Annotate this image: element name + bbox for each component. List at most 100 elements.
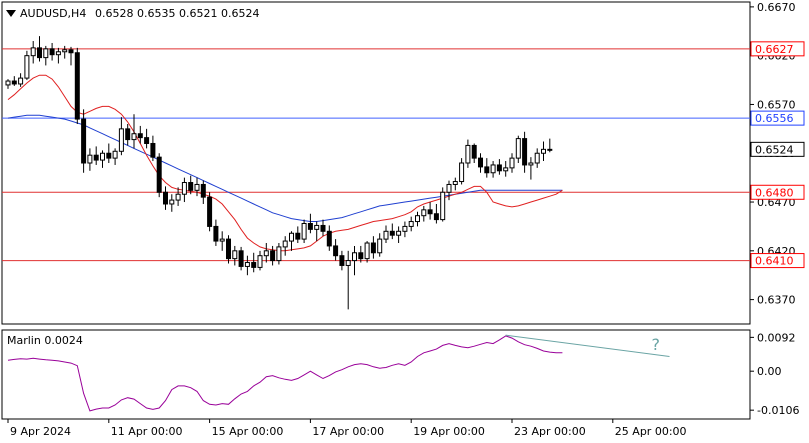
candle-body	[5, 80, 11, 86]
time-tick-label: 25 Apr 00:00	[615, 425, 687, 438]
indicator-label: Marlin 0.0024	[7, 334, 83, 347]
candle-body	[181, 182, 187, 195]
time-tick-label: 11 Apr 00:00	[111, 425, 183, 438]
time-tick-label: 15 Apr 00:00	[212, 425, 284, 438]
candle-body	[74, 52, 80, 120]
time-tick-label: 19 Apr 00:00	[413, 425, 485, 438]
candle-body	[465, 144, 471, 164]
candle-body	[226, 238, 231, 260]
candle-body	[333, 245, 339, 257]
candle-body	[11, 80, 17, 85]
candle-body	[440, 191, 446, 221]
candle-body	[345, 260, 351, 266]
candle-body	[289, 232, 294, 242]
candle-body	[137, 133, 143, 139]
price-chart: 0.66700.66200.65700.65200.64700.64200.63…	[0, 0, 809, 443]
candle-body	[207, 196, 213, 227]
candle-body	[528, 162, 534, 166]
candle-body	[408, 221, 414, 227]
candle-body	[301, 222, 307, 240]
candle-body	[213, 225, 219, 242]
candle-body	[515, 138, 521, 159]
candle-body	[43, 48, 49, 59]
candle-body	[112, 150, 118, 159]
candle-body	[106, 152, 112, 159]
candle-body	[522, 138, 528, 166]
candle-body	[68, 49, 74, 54]
candle-body	[452, 181, 458, 185]
candle-body	[232, 250, 238, 260]
level-label: 0.6556	[755, 112, 794, 125]
candle-body	[396, 230, 402, 236]
question-mark-annotation: ?	[652, 335, 661, 354]
candle-body	[459, 162, 465, 183]
candle-body	[541, 148, 546, 154]
candle-body	[200, 183, 206, 198]
candle-body	[427, 209, 433, 215]
candle-body	[118, 128, 124, 152]
candle-body	[339, 255, 345, 266]
candle-body	[37, 47, 42, 59]
candle-body	[295, 232, 301, 240]
candle-body	[377, 238, 383, 254]
candle-body	[81, 118, 87, 164]
candle-body	[62, 49, 68, 53]
candle-body	[320, 224, 326, 232]
candle-body	[188, 182, 194, 191]
candle-body	[534, 152, 540, 164]
candle-body	[402, 225, 408, 232]
candle-body	[100, 152, 105, 161]
candle-body	[175, 193, 181, 201]
time-tick-label: 17 Apr 00:00	[312, 425, 384, 438]
candle-body	[496, 164, 502, 172]
candle-body	[509, 157, 515, 169]
candle-body	[163, 191, 168, 205]
candle-body	[238, 250, 244, 267]
time-tick-label: 9 Apr 2024	[10, 425, 71, 438]
candle-body	[326, 230, 332, 247]
main-panel-frame	[1, 1, 751, 325]
level-label: 0.6410	[755, 255, 794, 268]
candle-body	[87, 154, 93, 164]
candle-body	[263, 250, 269, 257]
candle-body	[131, 133, 137, 141]
candle-body	[478, 157, 483, 168]
candle-body	[352, 252, 357, 262]
candle-body	[194, 183, 200, 191]
candle-body	[93, 154, 99, 161]
candle-body	[415, 215, 420, 223]
price-tick-label: 0.6670	[757, 1, 796, 14]
ohlc-values: 0.6528 0.6535 0.6521 0.6524	[95, 7, 259, 20]
candle-body	[314, 224, 320, 230]
current-price-label: 0.6524	[755, 143, 794, 156]
candle-body	[364, 242, 370, 260]
candle-body	[471, 144, 477, 159]
candle-body	[307, 222, 313, 230]
candle-body	[383, 230, 389, 240]
candle-body	[484, 166, 490, 174]
time-tick-label: 23 Apr 00:00	[514, 425, 586, 438]
level-label: 0.6480	[755, 186, 794, 199]
candle-body	[150, 142, 156, 158]
candle-body	[257, 255, 263, 268]
candle-body	[24, 55, 30, 79]
level-label: 0.6627	[755, 43, 794, 56]
candle-body	[433, 213, 439, 221]
chart-header: AUDUSD,H4 0.6528 0.6535 0.6521 0.6524	[6, 7, 259, 20]
candle-body	[244, 262, 250, 267]
candle-body	[219, 238, 225, 242]
price-tick-label: 0.6370	[757, 294, 796, 307]
indicator-panel: Marlin 0.0024 0.0092 0.00 -0.0106?	[1, 329, 799, 420]
candle-body	[358, 252, 364, 260]
candle-body	[55, 51, 61, 56]
candle-body	[446, 183, 452, 193]
candle-body	[251, 262, 257, 268]
candle-body	[270, 250, 276, 262]
candle-body	[421, 209, 427, 217]
candle-body	[49, 48, 55, 56]
symbol-timeframe: AUDUSD,H4	[20, 7, 86, 20]
candle-body	[490, 164, 496, 174]
candle-body	[276, 246, 282, 262]
indicator-tick-label: 0.00	[757, 365, 782, 378]
candle-body	[547, 148, 553, 151]
